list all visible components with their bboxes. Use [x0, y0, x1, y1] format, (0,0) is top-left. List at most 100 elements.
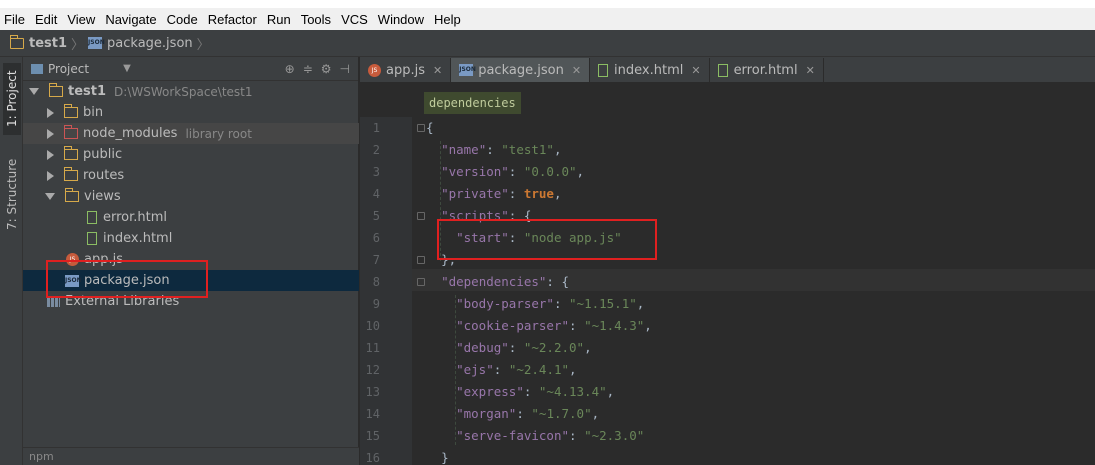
menu-bar: File Edit View Navigate Code Refactor Ru…	[0, 8, 1095, 30]
tree-item-index-html[interactable]: index.html	[23, 228, 359, 249]
code-line-12: "ejs": "~2.4.1",	[456, 362, 577, 377]
code-line-15: "serve-favicon": "~2.3.0"	[456, 428, 645, 443]
left-tool-strip: 1: Project 7: Structure	[0, 57, 23, 465]
menu-help[interactable]: Help	[434, 12, 461, 27]
expand-arrow-icon[interactable]	[29, 88, 39, 95]
line-number: 6	[372, 231, 380, 245]
line-number: 11	[365, 341, 380, 355]
code-line-14: "morgan": "~1.7.0",	[456, 406, 600, 421]
project-panel: Project ▼ ⊕ ≑ ⚙ ⊣ test1 D:\WSWorkSpace\t…	[23, 57, 359, 465]
tab-project-tool[interactable]: 1: Project	[3, 63, 21, 135]
line-number-gutter: 1 2 3 4 5 6 7 8 9 10 11 12 13 14 15 16	[360, 117, 412, 465]
gear-icon[interactable]: ⚙	[321, 62, 332, 76]
html-file-icon	[87, 211, 97, 224]
navigation-bar: test1 〉 JSON package.json 〉	[0, 30, 1095, 57]
line-number: 8	[372, 275, 380, 289]
close-icon[interactable]: ✕	[806, 64, 815, 77]
close-icon[interactable]: ✕	[572, 64, 581, 77]
menu-code[interactable]: Code	[167, 12, 198, 27]
menu-run[interactable]: Run	[267, 12, 291, 27]
html-file-icon	[598, 63, 609, 77]
line-number: 14	[365, 407, 380, 421]
code-line-16: }	[441, 450, 449, 465]
tab-app-js[interactable]: JS app.js ✕	[360, 58, 452, 82]
tree-item-public[interactable]: public	[23, 144, 359, 165]
project-view-selector[interactable]: Project ▼	[31, 62, 131, 76]
line-number: 12	[365, 363, 380, 377]
line-number: 5	[372, 209, 380, 223]
fold-marker-icon[interactable]	[417, 212, 425, 220]
tree-item-error-html[interactable]: error.html	[23, 207, 359, 228]
close-icon[interactable]: ✕	[691, 64, 700, 77]
project-icon	[31, 63, 43, 74]
menu-refactor[interactable]: Refactor	[208, 12, 257, 27]
json-file-icon: JSON	[459, 64, 476, 76]
line-number: 7	[372, 253, 380, 267]
locate-icon[interactable]: ⊕	[285, 62, 295, 76]
close-icon[interactable]: ✕	[433, 64, 442, 77]
line-number: 13	[365, 385, 380, 399]
folder-icon	[64, 188, 79, 202]
line-number: 3	[372, 165, 380, 179]
project-panel-header: Project ▼ ⊕ ≑ ⚙ ⊣	[23, 57, 358, 81]
tab-error-html[interactable]: error.html ✕	[710, 58, 824, 82]
highlight-box	[437, 219, 657, 260]
code-line-2: "name": "test1",	[441, 142, 562, 157]
folder-icon	[9, 34, 24, 49]
editor-tab-bar: JS app.js ✕ JSON package.json ✕ index.ht…	[360, 57, 1095, 83]
collapse-all-icon[interactable]: ≑	[303, 62, 313, 76]
code-line-4: "private": true,	[441, 186, 562, 201]
line-number: 1	[372, 121, 380, 135]
line-number: 10	[365, 319, 380, 333]
chevron-down-icon: ▼	[123, 63, 131, 74]
code-line-3: "version": "0.0.0",	[441, 164, 585, 179]
html-file-icon	[717, 63, 728, 77]
menu-tools[interactable]: Tools	[301, 12, 331, 27]
menu-edit[interactable]: Edit	[35, 12, 57, 27]
expand-arrow-icon[interactable]	[45, 193, 55, 200]
collapse-arrow-icon[interactable]	[47, 149, 54, 160]
menu-vcs[interactable]: VCS	[341, 12, 368, 27]
code-editor[interactable]: dependencies 1 2 3 4 5 6 7 8 9 10 11 12 …	[360, 83, 1095, 465]
tree-item-views[interactable]: views	[23, 186, 359, 207]
code-line-1: {	[426, 120, 434, 135]
menu-navigate[interactable]: Navigate	[105, 12, 156, 27]
folder-icon	[63, 146, 78, 160]
breadcrumb-file[interactable]: JSON package.json	[88, 36, 193, 51]
fold-marker-icon[interactable]	[417, 278, 425, 286]
breadcrumb-project[interactable]: test1	[9, 34, 67, 51]
tree-item-routes[interactable]: routes	[23, 165, 359, 186]
editor-breadcrumb[interactable]: dependencies	[424, 92, 521, 114]
folder-icon	[63, 167, 78, 181]
code-line-10: "cookie-parser": "~1.4.3",	[456, 318, 652, 333]
window-top-edge	[0, 0, 1095, 8]
fold-marker-icon[interactable]	[417, 256, 425, 264]
hide-panel-icon[interactable]: ⊣	[340, 62, 350, 76]
code-line-11: "debug": "~2.2.0",	[456, 340, 592, 355]
tree-item-bin[interactable]: bin	[23, 102, 359, 123]
chevron-right-icon: 〉	[196, 37, 210, 53]
code-line-8: "dependencies": {	[441, 274, 569, 289]
line-number: 15	[365, 429, 380, 443]
line-number: 9	[372, 297, 380, 311]
tab-index-html[interactable]: index.html ✕	[590, 58, 710, 82]
line-number: 16	[365, 451, 380, 465]
npm-panel-header: npm	[23, 447, 359, 465]
menu-view[interactable]: View	[67, 12, 95, 27]
fold-marker-icon[interactable]	[417, 124, 425, 132]
menu-file[interactable]: File	[4, 12, 25, 27]
line-number: 2	[372, 143, 380, 157]
html-file-icon	[87, 232, 97, 245]
collapse-arrow-icon[interactable]	[47, 170, 54, 181]
tab-package-json[interactable]: JSON package.json ✕	[451, 58, 591, 82]
collapse-arrow-icon[interactable]	[47, 107, 54, 118]
menu-window[interactable]: Window	[378, 12, 424, 27]
json-file-icon: JSON	[88, 37, 105, 49]
tab-structure-tool[interactable]: 7: Structure	[3, 149, 21, 239]
code-line-9: "body-parser": "~1.15.1",	[456, 296, 645, 311]
tree-root[interactable]: test1 D:\WSWorkSpace\test1	[23, 81, 359, 102]
collapse-arrow-icon[interactable]	[47, 128, 54, 139]
tree-item-node-modules[interactable]: node_modules library root	[23, 123, 359, 144]
chevron-right-icon: 〉	[71, 37, 85, 53]
library-folder-icon	[63, 125, 78, 139]
